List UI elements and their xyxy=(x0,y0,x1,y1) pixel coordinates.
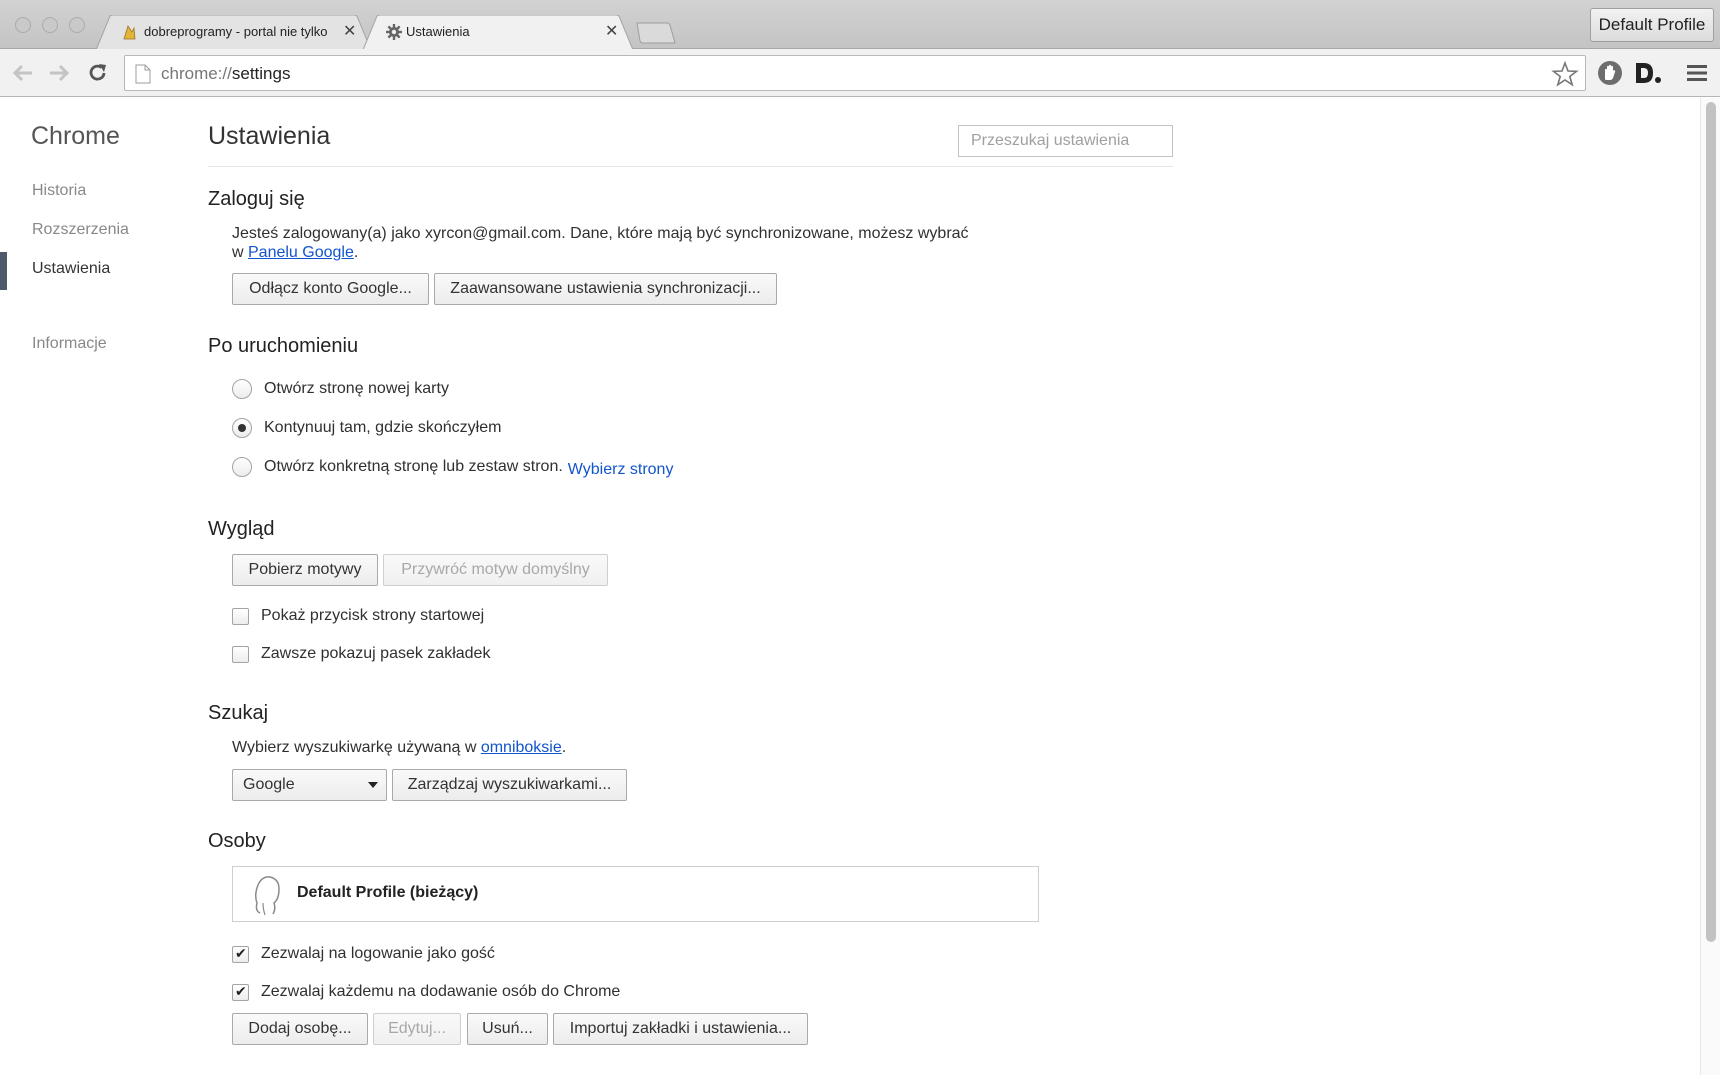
section-title-signin: Zaloguj się xyxy=(208,188,305,210)
url-scheme: chrome:// xyxy=(161,64,232,83)
omnibox-link[interactable]: omniboksie xyxy=(481,739,562,756)
guest-browsing-checkbox[interactable] xyxy=(232,945,249,963)
tab-title: dobreprogramy - portal nie tylko xyxy=(144,24,328,39)
sidebar-item-ustawienia[interactable]: Ustawienia xyxy=(32,260,110,278)
arrow-left-icon xyxy=(12,64,32,82)
search-settings-input[interactable] xyxy=(958,125,1173,157)
reset-theme-button[interactable]: Przywróć motyw domyślny xyxy=(383,554,608,586)
startup-option-new-tab[interactable]: Otwórz stronę nowej karty xyxy=(232,378,449,400)
sidebar-title: Chrome xyxy=(31,122,120,150)
startup-option-continue[interactable]: Kontynuuj tam, gdzie skończyłem xyxy=(232,417,501,439)
tab-title: Ustawienia xyxy=(406,24,470,39)
get-themes-button[interactable]: Pobierz motywy xyxy=(232,554,378,586)
add-person-button[interactable]: Dodaj osobę... xyxy=(232,1013,368,1045)
settings-page: Chrome Historia Rozszerzenia Ustawienia … xyxy=(0,98,1700,1075)
dobreprogramy-favicon-icon xyxy=(123,25,136,40)
tab-dobreprogramy[interactable]: dobreprogramy - portal nie tylko ✕ xyxy=(96,15,371,50)
startup-option-specific-pages[interactable]: Otwórz konkretną stronę lub zestaw stron… xyxy=(232,456,673,478)
sidebar-active-marker xyxy=(0,252,7,290)
manage-search-engines-button[interactable]: Zarządzaj wyszukiwarkami... xyxy=(392,769,627,801)
signin-text-end: . xyxy=(353,244,359,261)
search-text: Wybierz wyszukiwarkę używaną w xyxy=(232,739,481,756)
reload-icon xyxy=(89,64,106,81)
sidebar-item-historia[interactable]: Historia xyxy=(32,182,86,200)
section-title-appearance: Wygląd xyxy=(208,518,275,540)
dropdown-arrow-icon xyxy=(368,782,378,788)
radio-specific-pages[interactable] xyxy=(232,457,252,477)
tab-close-icon[interactable]: ✕ xyxy=(605,21,618,41)
new-tab-button[interactable] xyxy=(636,22,676,44)
radio-label: Otwórz konkretną stronę lub zestaw stron… xyxy=(264,458,563,475)
checkbox-label: Zawsze pokazuj pasek zakładek xyxy=(261,645,491,662)
show-bookmarks-bar-checkbox[interactable] xyxy=(232,645,249,663)
signin-text-w: w xyxy=(232,244,248,261)
edit-person-button[interactable]: Edytuj... xyxy=(373,1013,461,1045)
checkbox-label: Pokaż przycisk strony startowej xyxy=(261,607,485,624)
url-text: chrome://settings xyxy=(161,64,290,84)
profile-list[interactable]: Default Profile (bieżący) xyxy=(232,866,1039,922)
section-title-people: Osoby xyxy=(208,830,266,852)
page-title: Ustawienia xyxy=(208,122,331,150)
remove-person-button[interactable]: Usuń... xyxy=(467,1013,548,1045)
signin-text: Jesteś zalogowany(a) jako xyrcon@gmail.c… xyxy=(232,225,969,242)
search-engine-select[interactable]: Google xyxy=(232,769,387,801)
hand-stop-icon xyxy=(1598,61,1622,85)
allow-add-persons-row[interactable]: Zezwalaj każdemu na dodawanie osób do Ch… xyxy=(232,982,620,1002)
search-text-end: . xyxy=(561,739,567,756)
radio-label: Otwórz stronę nowej karty xyxy=(264,380,449,397)
tab-shape xyxy=(363,15,633,50)
tab-settings[interactable]: Ustawienia ✕ xyxy=(363,15,633,50)
window-zoom-button[interactable] xyxy=(69,17,85,33)
url-path: settings xyxy=(231,64,291,83)
checkbox-label: Zezwalaj każdemu na dodawanie osób do Ch… xyxy=(261,983,621,1000)
arrow-right-icon xyxy=(50,64,70,82)
guest-browsing-row[interactable]: Zezwalaj na logowanie jako gość xyxy=(232,944,495,964)
browser-toolbar: chrome://settings xyxy=(0,49,1720,97)
back-button[interactable] xyxy=(9,59,37,87)
gear-icon xyxy=(386,24,402,40)
radio-continue[interactable] xyxy=(232,418,252,438)
browser-titlebar: dobreprogramy - portal nie tylko ✕ Ustaw… xyxy=(0,0,1720,50)
radio-new-tab[interactable] xyxy=(232,379,252,399)
radio-label: Kontynuuj tam, gdzie skończyłem xyxy=(264,419,502,436)
search-description: Wybierz wyszukiwarkę używaną w omniboksi… xyxy=(232,738,566,757)
tab-close-icon[interactable]: ✕ xyxy=(343,21,356,41)
d-extension-button[interactable] xyxy=(1633,58,1663,88)
profile-name: Default Profile (bieżący) xyxy=(297,884,479,901)
header-divider xyxy=(208,166,1173,167)
import-bookmarks-button[interactable]: Importuj zakładki i ustawienia... xyxy=(553,1013,808,1045)
reload-button[interactable] xyxy=(84,59,112,87)
profile-button[interactable]: Default Profile xyxy=(1590,8,1714,42)
forward-button[interactable] xyxy=(45,59,73,87)
allow-add-persons-checkbox[interactable] xyxy=(232,983,249,1001)
profile-avatar-icon xyxy=(254,876,280,916)
chrome-menu-button[interactable] xyxy=(1682,58,1712,88)
hamburger-menu-icon xyxy=(1687,65,1707,81)
page-icon xyxy=(135,64,151,84)
d-logo-icon xyxy=(1636,63,1661,83)
advanced-sync-settings-button[interactable]: Zaawansowane ustawienia synchronizacji..… xyxy=(434,273,777,305)
section-title-search: Szukaj xyxy=(208,702,269,724)
address-bar[interactable]: chrome://settings xyxy=(124,55,1586,91)
bookmark-star-icon[interactable] xyxy=(1551,60,1579,88)
signin-description: Jesteś zalogowany(a) jako xyrcon@gmail.c… xyxy=(232,224,992,262)
window-close-button[interactable] xyxy=(15,17,31,33)
sidebar-item-rozszerzenia[interactable]: Rozszerzenia xyxy=(32,221,129,239)
page-scrollbar[interactable] xyxy=(1700,98,1720,1075)
show-bookmarks-bar-row[interactable]: Zawsze pokazuj pasek zakładek xyxy=(232,644,490,664)
show-home-button-checkbox[interactable] xyxy=(232,607,249,625)
google-dashboard-link[interactable]: Panelu Google xyxy=(248,244,354,261)
show-home-button-row[interactable]: Pokaż przycisk strony startowej xyxy=(232,606,484,626)
window-minimize-button[interactable] xyxy=(42,17,58,33)
sidebar-item-informacje[interactable]: Informacje xyxy=(32,335,107,353)
section-title-startup: Po uruchomieniu xyxy=(208,335,359,357)
search-engine-value: Google xyxy=(243,776,295,793)
scrollbar-thumb[interactable] xyxy=(1706,102,1716,942)
adblock-extension-button[interactable] xyxy=(1595,58,1625,88)
choose-pages-link[interactable]: Wybierz strony xyxy=(568,461,674,479)
disconnect-google-account-button[interactable]: Odłącz konto Google... xyxy=(232,273,429,305)
checkbox-label: Zezwalaj na logowanie jako gość xyxy=(261,945,495,962)
